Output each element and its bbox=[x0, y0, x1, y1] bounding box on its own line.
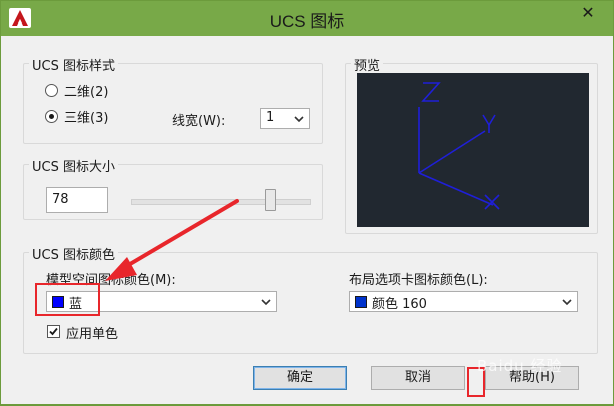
watermark: Baidu 经验 bbox=[477, 357, 563, 375]
ucs-icon-dialog: UCS 图标 ✕ UCS 图标样式 二维(2) 三维(3) 线宽(W): 1 U… bbox=[0, 0, 614, 405]
annotation-arrow-icon bbox=[105, 199, 239, 281]
